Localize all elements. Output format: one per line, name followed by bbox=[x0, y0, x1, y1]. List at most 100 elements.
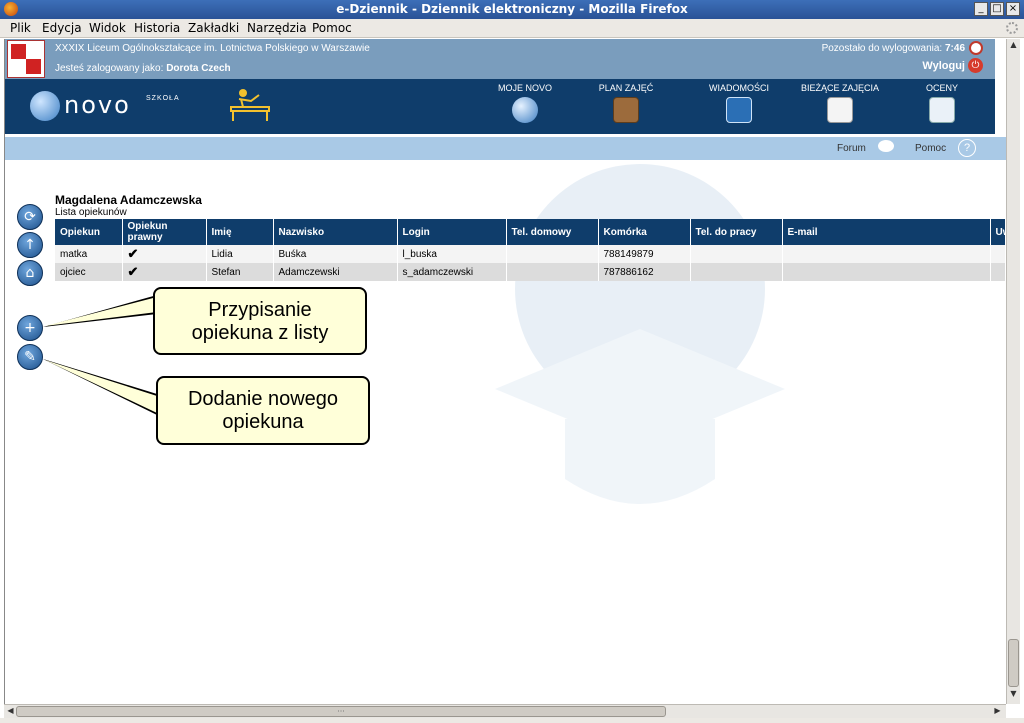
col-email[interactable]: E-mail bbox=[782, 219, 991, 245]
school-logo bbox=[7, 40, 45, 78]
menu-edycja[interactable]: Edycja bbox=[42, 21, 82, 35]
callout-assign-line2: opiekuna z listy bbox=[191, 322, 329, 344]
horizontal-scrollbar[interactable]: ◀ ··· ▶ bbox=[4, 704, 1006, 718]
school-name: XXXIX Liceum Ogólnokształcące im. Lotnic… bbox=[55, 43, 370, 54]
school-header: XXXIX Liceum Ogólnokształcące im. Lotnic… bbox=[5, 39, 995, 79]
novo-logo[interactable]: novo SZKOŁA bbox=[30, 89, 190, 125]
session-timer-value: 7:46 bbox=[944, 43, 965, 54]
power-icon[interactable]: ⏻ bbox=[968, 58, 983, 73]
nav-moje-novo-label: MOJE NOVO bbox=[497, 83, 552, 93]
nav-wiadomosci[interactable]: WIADOMOŚCI bbox=[694, 83, 784, 128]
notebook-icon bbox=[613, 97, 639, 123]
col-uwagi[interactable]: Uw bbox=[990, 219, 1006, 245]
graduation-watermark bbox=[495, 164, 785, 504]
cell-tel-do-pracy bbox=[690, 263, 783, 281]
cell-nazwisko: Adamczewski bbox=[273, 263, 398, 281]
nav-oceny-label: OCENY bbox=[925, 83, 958, 93]
col-opiekun-prawny[interactable]: Opiekun prawny bbox=[122, 219, 207, 245]
close-button[interactable]: × bbox=[1006, 2, 1020, 16]
menu-widok[interactable]: Widok bbox=[89, 21, 126, 35]
table-row[interactable]: matka ✔ Lidia Buśka l_buska 788149879 bbox=[55, 245, 1006, 263]
cell-tel-do-pracy bbox=[690, 245, 783, 263]
col-komorka[interactable]: Komórka bbox=[598, 219, 691, 245]
scroll-up-arrow-icon[interactable]: ▲ bbox=[1008, 40, 1019, 52]
brand-name: novo bbox=[64, 91, 131, 119]
help-icon[interactable]: ? bbox=[958, 139, 976, 157]
nav-moje-novo[interactable]: MOJE NOVO bbox=[480, 83, 570, 128]
brand-sub: SZKOŁA bbox=[146, 95, 180, 102]
menu-plik[interactable]: Plik bbox=[10, 21, 31, 35]
nav-oceny[interactable]: OCENY bbox=[897, 83, 987, 128]
sub-nav: Forum Pomoc ? bbox=[5, 137, 1006, 160]
cell-uwagi bbox=[990, 263, 1006, 281]
menu-pomoc[interactable]: Pomoc bbox=[312, 21, 352, 35]
logged-prefix: Jesteś zalogowany jako: bbox=[55, 63, 164, 74]
page-viewport: XXXIX Liceum Ogólnokształcące im. Lotnic… bbox=[4, 39, 1006, 704]
scroll-left-arrow-icon[interactable]: ◀ bbox=[5, 706, 16, 718]
cell-login: l_buska bbox=[397, 245, 507, 263]
cell-opiekun: matka bbox=[55, 245, 123, 263]
cell-komorka: 787886162 bbox=[598, 263, 691, 281]
main-nav: novo SZKOŁA MOJE NOVO PLAN ZAJĘĆ WIADOMO… bbox=[5, 79, 995, 134]
window-title: e-Dziennik - Dziennik elektroniczny - Mo… bbox=[336, 2, 688, 16]
cell-email bbox=[782, 245, 991, 263]
charts-icon bbox=[827, 97, 853, 123]
assign-guardian-button[interactable]: + bbox=[17, 315, 43, 341]
window-titlebar: e-Dziennik - Dziennik elektroniczny - Mo… bbox=[0, 0, 1024, 19]
status-bar bbox=[0, 718, 1024, 723]
callout-add-guardian: Dodanie nowego opiekuna bbox=[156, 376, 370, 445]
up-button[interactable]: ↑ bbox=[17, 232, 43, 258]
cell-imie: Stefan bbox=[206, 263, 274, 281]
refresh-button[interactable]: ⟳ bbox=[17, 204, 43, 230]
menu-historia[interactable]: Historia bbox=[134, 21, 180, 35]
checkmark-icon: ✔ bbox=[122, 263, 207, 281]
callout-assign-guardian: Przypisanie opiekuna z listy bbox=[153, 287, 367, 355]
nav-biezace-zajecia-label: BIEŻĄCE ZAJĘCIA bbox=[800, 83, 880, 93]
cell-uwagi bbox=[990, 245, 1006, 263]
home-button[interactable]: ⌂ bbox=[17, 260, 43, 286]
list-title: Lista opiekunów bbox=[55, 207, 127, 218]
scroll-right-arrow-icon[interactable]: ▶ bbox=[992, 706, 1003, 718]
callout-assign-line1: Przypisanie bbox=[208, 299, 312, 321]
throbber-icon bbox=[1006, 22, 1018, 34]
logged-user: Jesteś zalogowany jako: Dorota Czech bbox=[55, 63, 231, 74]
cell-nazwisko: Buśka bbox=[273, 245, 398, 263]
session-timer: Pozostało do wylogowania: 7:46 bbox=[822, 43, 965, 54]
logout-link[interactable]: Wyloguj bbox=[922, 60, 965, 72]
vertical-scroll-thumb[interactable] bbox=[1008, 639, 1019, 687]
cell-login: s_adamczewski bbox=[397, 263, 507, 281]
menu-zakladki[interactable]: Zakładki bbox=[188, 21, 239, 35]
globe-icon bbox=[30, 91, 60, 121]
horizontal-scroll-thumb[interactable]: ··· bbox=[16, 706, 666, 717]
globe-icon bbox=[512, 97, 538, 123]
col-tel-do-pracy[interactable]: Tel. do pracy bbox=[690, 219, 783, 245]
help-link[interactable]: Pomoc bbox=[915, 143, 946, 154]
col-opiekun[interactable]: Opiekun bbox=[55, 219, 123, 245]
menu-narzedzia[interactable]: Narzędzia bbox=[247, 21, 307, 35]
nav-plan-zajec[interactable]: PLAN ZAJĘĆ bbox=[581, 83, 671, 128]
vertical-scrollbar[interactable]: ▲ ▼ bbox=[1006, 39, 1020, 704]
table-header-row: Opiekun Opiekun prawny Imię Nazwisko Log… bbox=[55, 219, 1006, 245]
maximize-button[interactable]: □ bbox=[990, 2, 1004, 16]
add-guardian-button[interactable]: ✎ bbox=[17, 344, 43, 370]
col-login[interactable]: Login bbox=[397, 219, 507, 245]
speech-bubble-icon[interactable] bbox=[878, 140, 894, 152]
nav-wiadomosci-label: WIADOMOŚCI bbox=[709, 83, 769, 93]
col-imie[interactable]: Imię bbox=[206, 219, 274, 245]
col-tel-domowy[interactable]: Tel. domowy bbox=[506, 219, 599, 245]
nav-biezace-zajecia[interactable]: BIEŻĄCE ZAJĘCIA bbox=[795, 83, 885, 128]
cell-opiekun: ojciec bbox=[55, 263, 123, 281]
table-row[interactable]: ojciec ✔ Stefan Adamczewski s_adamczewsk… bbox=[55, 263, 1006, 281]
col-nazwisko[interactable]: Nazwisko bbox=[273, 219, 398, 245]
grades-icon bbox=[929, 97, 955, 123]
forum-link[interactable]: Forum bbox=[837, 143, 866, 154]
alarm-clock-icon bbox=[969, 41, 983, 55]
checkmark-icon: ✔ bbox=[122, 245, 207, 263]
cell-tel-domowy bbox=[506, 263, 599, 281]
cell-email bbox=[782, 263, 991, 281]
user-name: Dorota Czech bbox=[166, 63, 231, 74]
scroll-down-arrow-icon[interactable]: ▼ bbox=[1008, 689, 1019, 701]
minimize-button[interactable]: _ bbox=[974, 2, 988, 16]
cell-komorka: 788149879 bbox=[598, 245, 691, 263]
teacher-desk-icon bbox=[230, 89, 270, 121]
